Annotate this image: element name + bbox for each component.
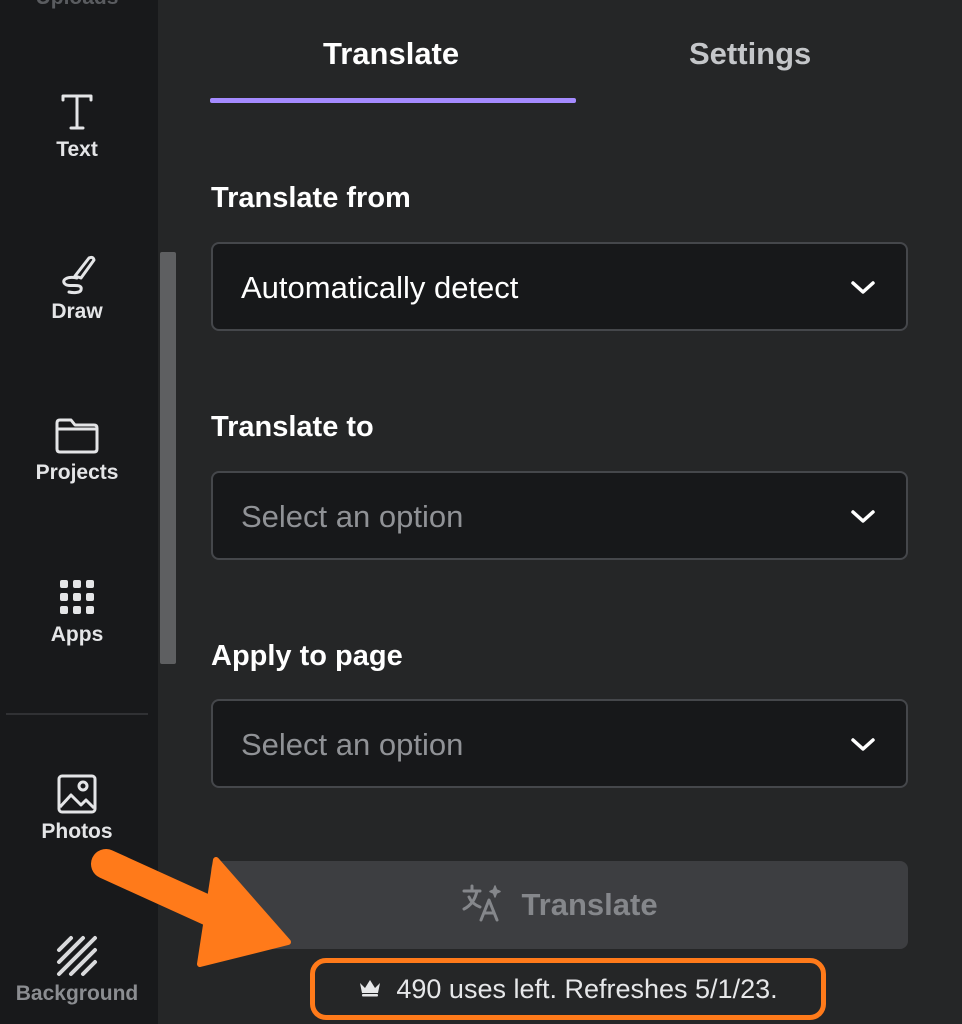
draw-icon [53, 250, 101, 298]
rail-item-projects[interactable]: Projects [0, 411, 154, 485]
apply-to-page-select[interactable]: Select an option [211, 699, 908, 788]
chevron-down-icon [851, 281, 875, 294]
translate-to-placeholder: Select an option [241, 499, 464, 534]
translate-button-label: Translate [521, 887, 658, 922]
active-tab-indicator [210, 98, 576, 103]
translate-from-label: Translate from [211, 182, 411, 214]
apply-to-page-label: Apply to page [211, 640, 403, 672]
rail-item-uploads-label[interactable]: Uploads [0, 0, 154, 10]
rail-item-label: Draw [51, 300, 103, 323]
translate-sparkle-icon [461, 882, 503, 929]
translate-to-select[interactable]: Select an option [211, 471, 908, 560]
apps-grid-icon [53, 573, 101, 621]
rail-divider [6, 713, 148, 715]
crown-icon [358, 977, 382, 1002]
rail-scrollbar[interactable] [160, 252, 176, 664]
chevron-down-icon [851, 510, 875, 523]
rail-item-photos[interactable]: Photos [0, 770, 154, 844]
tab-translate[interactable]: Translate [323, 36, 459, 72]
rail-item-label: Text [56, 138, 98, 161]
translate-from-value: Automatically detect [241, 270, 519, 305]
translate-from-select[interactable]: Automatically detect [211, 242, 908, 331]
usage-text: 490 uses left. Refreshes 5/1/23. [396, 973, 778, 1004]
panel-tabs: Translate Settings [210, 0, 930, 104]
usage-highlight: 490 uses left. Refreshes 5/1/23. [310, 958, 826, 1020]
rail-item-draw[interactable]: Draw [0, 250, 154, 324]
rail-item-label: Projects [35, 461, 119, 484]
rail-item-label: Photos [41, 820, 113, 843]
rail-item-label: Background [15, 982, 139, 1005]
rail-item-text[interactable]: Text [0, 88, 154, 162]
rail-item-label: Apps [50, 623, 104, 646]
translate-to-label: Translate to [211, 411, 374, 443]
rail-item-apps[interactable]: Apps [0, 573, 154, 647]
folder-icon [53, 411, 101, 459]
annotation-arrow-icon [91, 849, 291, 967]
text-icon [53, 88, 101, 136]
tab-settings[interactable]: Settings [689, 36, 811, 72]
chevron-down-icon [851, 738, 875, 751]
photo-icon [53, 770, 101, 818]
apply-to-page-placeholder: Select an option [241, 727, 464, 762]
